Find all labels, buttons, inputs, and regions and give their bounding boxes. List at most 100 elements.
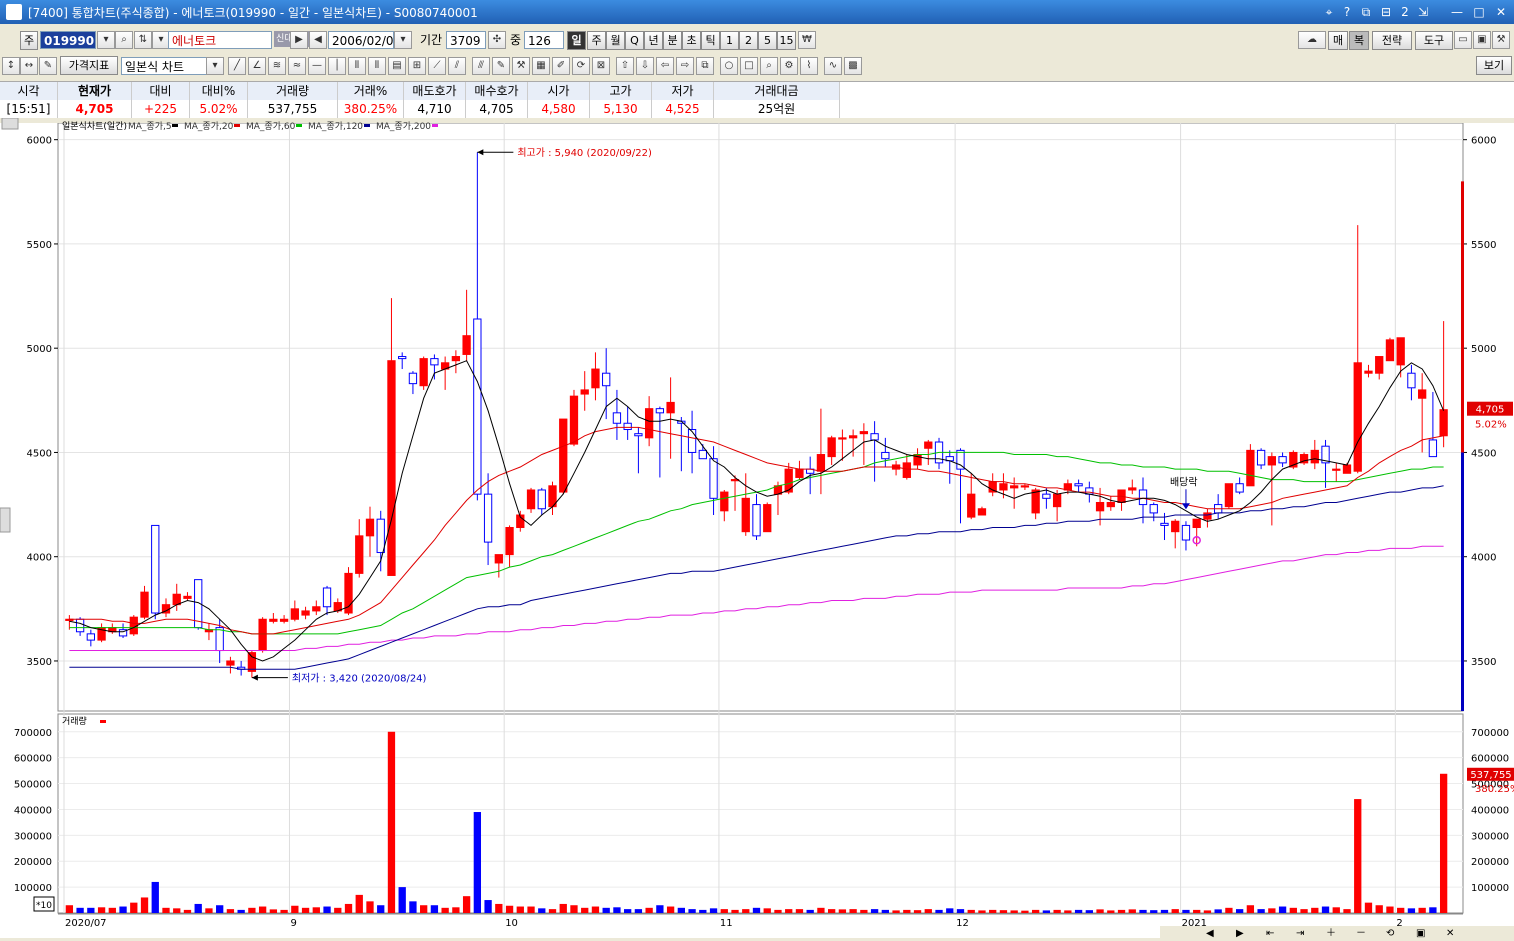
trade-button[interactable]: 매 <box>1328 31 1348 50</box>
zoom-icon[interactable]: ⌕ <box>760 57 778 75</box>
market-mode-button[interactable]: 주 <box>20 31 38 50</box>
edit-icon[interactable]: ✎ <box>39 57 57 75</box>
interval-year-button[interactable]: 년 <box>644 31 663 50</box>
volume-bar <box>1160 909 1169 913</box>
wave-icon[interactable]: ≈ <box>288 57 306 75</box>
interval-1-button[interactable]: 1 <box>720 31 739 50</box>
price-legend-item: MA_종가,5 <box>128 121 172 132</box>
grid-icon[interactable]: ▤ <box>388 57 406 75</box>
vertical-line-icon[interactable]: │ <box>328 57 346 75</box>
minimize-button[interactable]: — <box>1448 3 1466 21</box>
volume-pane-frame <box>57 713 1464 914</box>
rectangle-icon[interactable]: □ <box>740 57 758 75</box>
price-indicator-button[interactable]: 가격지표 <box>60 56 118 75</box>
price-pane-frame <box>57 122 1464 712</box>
cross-icon[interactable]: ⊞ <box>408 57 426 75</box>
candle-body <box>1138 489 1148 506</box>
circle-icon[interactable]: ○ <box>720 57 738 75</box>
cycle-icon[interactable]: ⟳ <box>572 57 590 75</box>
monitor-number[interactable]: 2 <box>1398 3 1412 21</box>
interval-15-button[interactable]: 15 <box>777 31 796 50</box>
interval-day-button[interactable]: 일 <box>567 31 586 50</box>
quote-value-0: [15:51] <box>0 100 58 118</box>
settings-icon[interactable]: ⚙ <box>780 57 798 75</box>
gann-grid-icon[interactable]: ⦀ <box>368 57 386 75</box>
shrink-icon[interactable]: ⇲ <box>1416 3 1430 21</box>
candle-body <box>634 433 643 437</box>
interval-month-button[interactable]: 월 <box>606 31 625 50</box>
fib-time-icon[interactable]: ⦀ <box>348 57 366 75</box>
copy-icon[interactable]: ⧉ <box>696 57 714 75</box>
custom-interval-icon[interactable]: ₩ <box>798 31 816 49</box>
volume-bar <box>1107 910 1115 913</box>
arrow-up-icon[interactable]: ⇧ <box>616 57 634 75</box>
channel-icon[interactable]: ⟋ <box>428 57 446 75</box>
start-date-input[interactable]: 2006/02/01 <box>328 31 394 49</box>
interval-minute-button[interactable]: 분 <box>663 31 682 50</box>
view-button[interactable]: 보기 <box>1476 56 1512 75</box>
layout-icon[interactable]: ⧉ <box>1358 3 1374 21</box>
interval-week-button[interactable]: 주 <box>587 31 606 50</box>
candle-body <box>1418 389 1427 399</box>
sine-icon[interactable]: ∿ <box>824 57 842 75</box>
drag-icon[interactable]: ✣ <box>488 31 506 49</box>
maximize-button[interactable]: □ <box>1470 3 1488 21</box>
angle-line-icon[interactable]: ∠ <box>248 57 266 75</box>
chart-area[interactable]: 6000 6000 5500 5500 5000 5000 4500 4500 4000 4000… <box>0 117 1514 939</box>
box-select-icon[interactable]: ⊠ <box>592 57 610 75</box>
pattern-icon[interactable]: ▩ <box>844 57 862 75</box>
tools-button[interactable]: 도구 <box>1415 31 1453 50</box>
strategy-button[interactable]: 전략 <box>1372 31 1412 50</box>
parallel-icon[interactable]: ⫽ <box>448 57 466 75</box>
chart-type-select[interactable]: 일본식 차트 <box>121 57 207 75</box>
interval-quarter-button[interactable]: Q <box>625 31 644 50</box>
prev-icon[interactable]: ◀ <box>309 31 327 49</box>
candlestick-chart[interactable]: 6000 6000 5500 5500 5000 5000 4500 4500 4000 4000… <box>0 117 1514 939</box>
app-icon <box>6 4 22 20</box>
stock-code-input[interactable]: 019990 <box>40 31 96 49</box>
eraser-icon[interactable]: ⚒ <box>512 57 530 75</box>
arrow-down-icon[interactable]: ⇩ <box>636 57 654 75</box>
scroll-control-icon: ⟲ <box>1386 928 1395 938</box>
volume-bar <box>473 812 482 913</box>
pen-icon[interactable]: ✎ <box>492 57 510 75</box>
chevron-down-icon[interactable]: ▾ <box>97 31 115 49</box>
up-down-arrow-icon[interactable]: ↕ <box>2 57 20 75</box>
candle-body <box>129 616 138 635</box>
cloud-icon[interactable]: ☁ <box>1298 31 1326 49</box>
chevron-down-icon[interactable]: ▾ <box>206 57 224 75</box>
duplicate-button[interactable]: 복 <box>1349 31 1369 50</box>
sort-icon[interactable]: ⇅ <box>134 31 152 49</box>
quote-header-7: 매수호가 <box>466 82 528 100</box>
play-icon[interactable]: ▶ <box>290 31 308 49</box>
volume-bar <box>162 907 170 913</box>
wrench-icon[interactable]: ⚒ <box>1492 31 1510 49</box>
price-legend-item: MA_종가,60 <box>246 121 296 132</box>
arrow-left-icon[interactable]: ⇦ <box>656 57 674 75</box>
interval-5-button[interactable]: 5 <box>758 31 777 50</box>
folder-icon[interactable]: ▭ <box>1454 31 1472 49</box>
color-icon[interactable]: ▦ <box>532 57 550 75</box>
help-button[interactable]: ? <box>1340 3 1354 21</box>
calendar-dropdown-icon[interactable]: ▾ <box>394 31 412 49</box>
multi-line-icon[interactable]: ⫻ <box>472 57 490 75</box>
interval-2-button[interactable]: 2 <box>739 31 758 50</box>
period-input[interactable]: 3709 <box>446 31 486 49</box>
tile-icon[interactable]: ⊟ <box>1378 3 1394 21</box>
search-icon[interactable]: ⌕ <box>115 31 133 49</box>
horizontal-line-icon[interactable]: — <box>308 57 326 75</box>
trendline-icon[interactable]: ╱ <box>228 57 246 75</box>
arrow-right-icon[interactable]: ⇨ <box>676 57 694 75</box>
price-axis-label-left: 4500 <box>27 448 52 459</box>
pin-icon[interactable]: ⌖ <box>1322 3 1336 21</box>
interval-tick-button[interactable]: 틱 <box>701 31 720 50</box>
fib-fan-icon[interactable]: ≋ <box>268 57 286 75</box>
wave-line-icon[interactable]: ⌇ <box>800 57 818 75</box>
close-button[interactable]: ✕ <box>1492 3 1510 21</box>
interval-second-button[interactable]: 초 <box>682 31 701 50</box>
pencil-icon[interactable]: ✐ <box>552 57 570 75</box>
save-icon[interactable]: ▣ <box>1473 31 1491 49</box>
left-right-arrow-icon[interactable]: ↔ <box>20 57 38 75</box>
count-input[interactable]: 126 <box>524 31 564 49</box>
volume-bar <box>559 903 567 913</box>
